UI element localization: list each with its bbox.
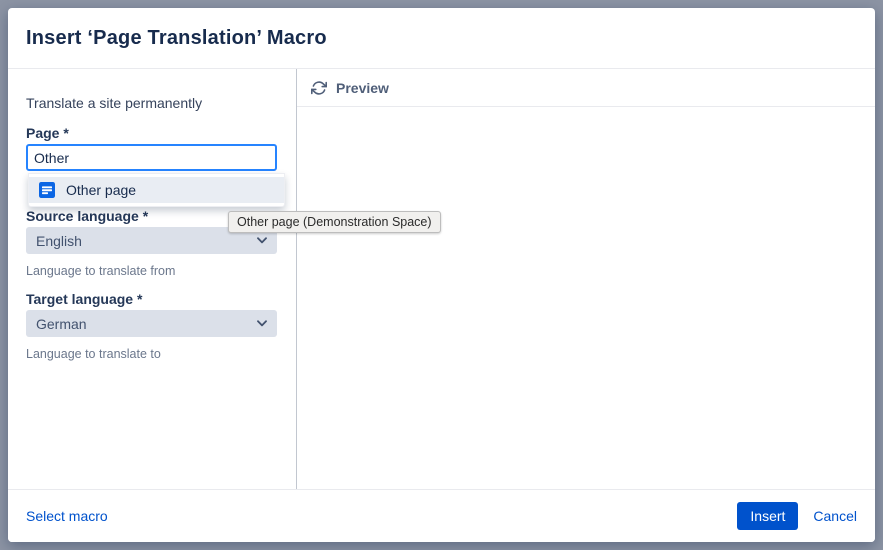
chevron-down-icon	[257, 237, 267, 244]
target-language-value: German	[36, 316, 87, 332]
page-suggestion-dropdown: Other page	[28, 173, 285, 207]
source-language-label: Source language *	[26, 208, 148, 224]
footer-actions: Insert Cancel	[737, 502, 857, 530]
target-language-label: Target language *	[26, 291, 142, 307]
insert-button[interactable]: Insert	[737, 502, 798, 530]
insert-macro-dialog: Insert ‘Page Translation’ Macro Translat…	[8, 8, 875, 542]
page-field-label: Page *	[26, 125, 69, 141]
suggestion-label: Other page	[66, 182, 136, 198]
chevron-down-icon	[257, 320, 267, 327]
macro-description: Translate a site permanently	[26, 95, 202, 111]
page-icon	[39, 182, 55, 198]
dialog-footer: Select macro Insert Cancel	[8, 489, 875, 542]
suggestion-tooltip: Other page (Demonstration Space)	[228, 211, 441, 233]
preview-panel: Preview	[297, 69, 875, 489]
cancel-link[interactable]: Cancel	[813, 508, 857, 524]
source-language-value: English	[36, 233, 82, 249]
preview-header: Preview	[297, 69, 875, 107]
select-macro-link[interactable]: Select macro	[26, 508, 108, 524]
dialog-title: Insert ‘Page Translation’ Macro	[26, 27, 327, 50]
preview-title: Preview	[336, 80, 389, 96]
target-language-help: Language to translate to	[26, 347, 161, 361]
target-language-select[interactable]: German	[26, 310, 277, 337]
page-input[interactable]	[26, 144, 277, 171]
refresh-icon[interactable]	[311, 80, 327, 96]
dialog-header: Insert ‘Page Translation’ Macro	[8, 8, 875, 69]
source-language-help: Language to translate from	[26, 264, 175, 278]
suggestion-item-other-page[interactable]: Other page	[29, 177, 284, 203]
